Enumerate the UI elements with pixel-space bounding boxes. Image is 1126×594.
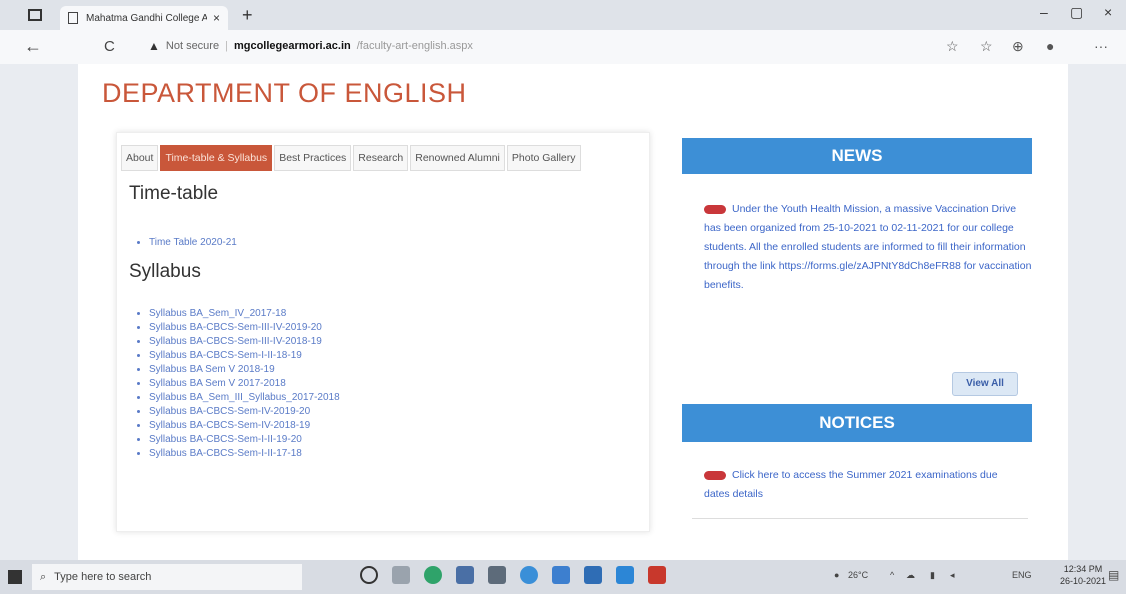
timetable-list: Time Table 2020-21 — [131, 236, 237, 250]
cortana-icon[interactable] — [360, 566, 378, 584]
address-bar-row: ← C ▲ Not secure | mgcollegearmori.ac.in… — [0, 30, 1126, 64]
list-item: Syllabus BA-CBCS-Sem-III-IV-2019-20 — [149, 321, 340, 335]
syllabus-link[interactable]: Syllabus BA-CBCS-Sem-I-II-18-19 — [149, 350, 302, 361]
tray-chevron-icon[interactable]: ^ — [890, 570, 894, 580]
tab-photo-gallery[interactable]: Photo Gallery — [506, 145, 581, 171]
url-separator: | — [225, 40, 228, 52]
close-tab-icon[interactable]: × — [213, 11, 220, 25]
syllabus-link[interactable]: Syllabus BA_Sem_IV_2017-18 — [149, 308, 286, 319]
favorites-icon[interactable]: ☆ — [980, 38, 993, 55]
word-icon[interactable] — [584, 566, 602, 584]
list-item: Time Table 2020-21 — [149, 236, 237, 250]
tab-best-practices[interactable]: Best Practices — [274, 145, 352, 171]
list-item: Syllabus BA-CBCS-Sem-III-IV-2018-19 — [149, 335, 340, 349]
notifications-icon[interactable]: ▤ — [1108, 568, 1119, 582]
whatsapp-icon[interactable] — [424, 566, 442, 584]
news-item[interactable]: Under the Youth Health Mission, a massiv… — [704, 200, 1034, 295]
tab-title: Mahatma Gandhi College Arm... — [86, 12, 207, 24]
search-icon: ⌕ — [40, 570, 47, 583]
list-item: Syllabus BA-CBCS-Sem-I-II-18-19 — [149, 349, 340, 363]
notice-text: Click here to access the Summer 2021 exa… — [704, 469, 998, 500]
syllabus-link[interactable]: Syllabus BA Sem V 2018-19 — [149, 364, 275, 375]
page-content: DEPARTMENT OF ENGLISH About Time-table &… — [78, 64, 1068, 560]
weather-icon[interactable]: ● — [834, 570, 839, 580]
department-tabs: About Time-table & Syllabus Best Practic… — [121, 145, 581, 171]
more-menu-icon[interactable]: ··· — [1094, 38, 1108, 54]
url-field[interactable]: ▲ Not secure | mgcollegearmori.ac.in/fac… — [148, 39, 473, 53]
list-item: Syllabus BA_Sem_III_Syllabus_2017-2018 — [149, 391, 340, 405]
warning-icon: ▲ — [148, 39, 160, 53]
syllabus-link[interactable]: Syllabus BA_Sem_III_Syllabus_2017-2018 — [149, 392, 340, 403]
clock-time: 12:34 PM — [1063, 564, 1103, 574]
timetable-link[interactable]: Time Table 2020-21 — [149, 237, 237, 248]
syllabus-link[interactable]: Syllabus BA Sem V 2017-2018 — [149, 378, 286, 389]
url-host: mgcollegearmori.ac.in — [233, 40, 351, 52]
page-icon — [68, 12, 78, 24]
weather-temp[interactable]: 26°C — [848, 570, 868, 580]
browser-tab[interactable]: Mahatma Gandhi College Arm... × — [60, 6, 228, 30]
tab-about[interactable]: About — [121, 145, 159, 171]
start-button[interactable] — [8, 570, 22, 584]
search-placeholder: Type here to search — [54, 571, 152, 583]
acrobat-icon[interactable] — [648, 566, 666, 584]
tab-research[interactable]: Research — [353, 145, 409, 171]
restore-button[interactable]: ▢ — [1070, 4, 1083, 21]
notice-item[interactable]: Click here to access the Summer 2021 exa… — [704, 466, 1004, 504]
clock-date: 26-10-2021 — [1060, 576, 1107, 586]
onedrive-icon[interactable]: ☁ — [906, 570, 915, 581]
timetable-heading: Time-table — [129, 183, 219, 204]
list-item: Syllabus BA Sem V 2017-2018 — [149, 377, 340, 391]
syllabus-heading: Syllabus — [129, 261, 201, 282]
pinned-apps — [360, 566, 666, 584]
volume-icon[interactable]: ◂ — [950, 570, 955, 581]
notices-heading: NOTICES — [682, 404, 1032, 442]
list-item: Syllabus BA-CBCS-Sem-I-II-19-20 — [149, 433, 340, 447]
new-badge-icon — [704, 204, 726, 214]
windows-taskbar: ⌕ Type here to search ● 26°C ^ ☁ ▮ ◂ ENG… — [0, 560, 1126, 594]
taskbar-search[interactable]: ⌕ Type here to search — [32, 564, 302, 590]
reload-button[interactable]: C — [104, 38, 115, 55]
store-icon[interactable] — [488, 566, 506, 584]
profile-icon[interactable]: ● — [1046, 38, 1054, 54]
news-heading: NEWS — [682, 138, 1032, 174]
clock[interactable]: 12:34 PM 26-10-2021 — [1060, 563, 1106, 587]
tab-renowned-alumni[interactable]: Renowned Alumni — [410, 145, 505, 171]
edge-icon[interactable] — [616, 566, 634, 584]
syllabus-link[interactable]: Syllabus BA-CBCS-Sem-III-IV-2019-20 — [149, 322, 322, 333]
task-view-icon[interactable] — [392, 566, 410, 584]
department-card: About Time-table & Syllabus Best Practic… — [116, 132, 650, 532]
collections-icon[interactable]: ⊕ — [1012, 38, 1024, 55]
network-icon[interactable]: ▮ — [930, 570, 935, 581]
syllabus-list: Syllabus BA_Sem_IV_2017-18 Syllabus BA-C… — [131, 307, 340, 461]
list-item: Syllabus BA_Sem_IV_2017-18 — [149, 307, 340, 321]
view-all-button[interactable]: View All — [952, 372, 1018, 396]
list-item: Syllabus BA-CBCS-Sem-IV-2018-19 — [149, 419, 340, 433]
tab-actions-icon[interactable] — [28, 9, 42, 21]
syllabus-link[interactable]: Syllabus BA-CBCS-Sem-I-II-19-20 — [149, 434, 302, 445]
read-aloud-icon[interactable]: ☆ — [946, 38, 959, 55]
divider — [692, 518, 1028, 519]
list-item: Syllabus BA-CBCS-Sem-I-II-17-18 — [149, 447, 340, 461]
file-explorer-icon[interactable] — [456, 566, 474, 584]
not-secure-label: Not secure — [165, 40, 220, 52]
syllabus-link[interactable]: Syllabus BA-CBCS-Sem-IV-2018-19 — [149, 420, 310, 431]
minimize-button[interactable]: – — [1040, 4, 1048, 20]
new-badge-icon — [704, 470, 726, 480]
language-indicator[interactable]: ENG — [1012, 570, 1032, 580]
tab-timetable-syllabus[interactable]: Time-table & Syllabus — [160, 145, 273, 171]
list-item: Syllabus BA Sem V 2018-19 — [149, 363, 340, 377]
news-text: Under the Youth Health Mission, a massiv… — [704, 203, 1032, 291]
page-title: DEPARTMENT OF ENGLISH — [102, 78, 467, 108]
mail-icon[interactable] — [552, 566, 570, 584]
syllabus-link[interactable]: Syllabus BA-CBCS-Sem-III-IV-2018-19 — [149, 336, 322, 347]
syllabus-link[interactable]: Syllabus BA-CBCS-Sem-IV-2019-20 — [149, 406, 310, 417]
new-tab-button[interactable]: + — [242, 5, 253, 26]
close-window-button[interactable]: × — [1104, 4, 1112, 20]
chrome-icon[interactable] — [520, 566, 538, 584]
syllabus-link[interactable]: Syllabus BA-CBCS-Sem-I-II-17-18 — [149, 448, 302, 459]
list-item: Syllabus BA-CBCS-Sem-IV-2019-20 — [149, 405, 340, 419]
url-path: /faculty-art-english.aspx — [356, 40, 473, 52]
browser-tab-bar: Mahatma Gandhi College Arm... × + – ▢ × — [0, 0, 1126, 30]
back-button[interactable]: ← — [24, 36, 42, 57]
